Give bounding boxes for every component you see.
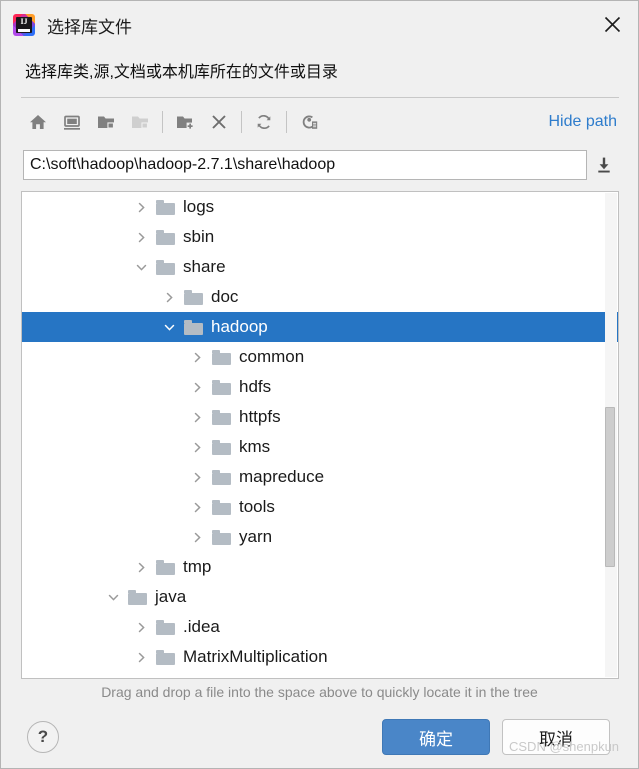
tree-row-label: tmp	[183, 557, 212, 576]
folder-icon	[212, 469, 231, 485]
chevron-right-icon[interactable]	[186, 402, 208, 432]
tree-row[interactable]: tmp	[22, 552, 618, 582]
tree-row-label: MatrixMultiplication	[183, 647, 328, 666]
tree-row[interactable]: mapreduce	[22, 462, 618, 492]
tree-row[interactable]: hdfs	[22, 372, 618, 402]
folder-icon	[184, 289, 203, 305]
folder-icon	[128, 589, 147, 605]
dialog-description: 选择库类,源,文档或本机库所在的文件或目录	[25, 64, 338, 81]
tree-row[interactable]: common	[22, 342, 618, 372]
chevron-right-icon[interactable]	[130, 612, 152, 642]
ok-button[interactable]: 确定	[382, 719, 490, 755]
tree-row[interactable]: MatrixMultiplication	[22, 642, 618, 672]
drag-drop-hint: Drag and drop a file into the space abov…	[101, 684, 538, 700]
desktop-icon[interactable]	[55, 105, 89, 139]
folder-icon	[212, 349, 231, 365]
chevron-right-icon[interactable]	[186, 522, 208, 552]
tree-scrollbar-track[interactable]	[605, 193, 617, 677]
tree-row-label: hdfs	[239, 377, 272, 396]
tree-row[interactable]: httpfs	[22, 402, 618, 432]
title-bar: IJ 选择库文件	[1, 1, 638, 49]
home-icon[interactable]	[21, 105, 55, 139]
delete-icon[interactable]	[202, 105, 236, 139]
tree-row-label: .idea	[183, 617, 220, 636]
refresh-icon[interactable]	[247, 105, 281, 139]
tree-row[interactable]: sbin	[22, 222, 618, 252]
download-icon[interactable]	[589, 150, 619, 180]
tree-row-label: mapreduce	[239, 467, 325, 486]
folder-icon	[212, 439, 231, 455]
tree-row[interactable]: hadoop	[22, 312, 618, 342]
folder-icon	[212, 379, 231, 395]
hide-path-link[interactable]: Hide path	[549, 113, 620, 131]
tree-row[interactable]: yarn	[22, 522, 618, 552]
chevron-down-icon[interactable]	[130, 252, 152, 282]
tree-row-label: yarn	[239, 527, 273, 546]
chevron-right-icon[interactable]	[130, 642, 152, 672]
tree-row-label: logs	[183, 197, 215, 216]
folder-icon	[184, 319, 203, 335]
folder-icon	[156, 559, 175, 575]
chevron-right-icon[interactable]	[130, 552, 152, 582]
chevron-down-icon[interactable]	[158, 312, 180, 342]
tree-row-label: httpfs	[239, 407, 281, 426]
header-divider	[21, 97, 619, 98]
tree-row[interactable]: logs	[22, 192, 618, 222]
folder-icon	[156, 229, 175, 245]
folder-icon	[156, 199, 175, 215]
directory-tree: logs sbin share doc hadoop common hdfs httpfs km…	[22, 192, 618, 672]
tree-row-label: share	[183, 257, 226, 276]
intellij-idea-icon: IJ	[13, 14, 35, 36]
tree-row-label: kms	[239, 437, 271, 456]
chevron-right-icon[interactable]	[186, 492, 208, 522]
folder-icon	[156, 649, 175, 665]
toolbar-divider	[286, 111, 287, 133]
chevron-right-icon[interactable]	[130, 192, 152, 222]
chevron-down-icon[interactable]	[102, 582, 124, 612]
tree-row[interactable]: doc	[22, 282, 618, 312]
tree-row-label: sbin	[183, 227, 215, 246]
new-folder-icon[interactable]	[168, 105, 202, 139]
tree-row-label: java	[155, 587, 187, 606]
toolbar-divider	[162, 111, 163, 133]
tree-row-label: doc	[211, 287, 239, 306]
chevron-right-icon[interactable]	[186, 372, 208, 402]
tree-row-label: tools	[239, 497, 275, 516]
help-button[interactable]: ?	[27, 721, 59, 753]
folder-icon	[156, 619, 175, 635]
folder-icon	[156, 259, 175, 275]
tree-row-label: hadoop	[211, 317, 268, 336]
project-folder-icon[interactable]	[89, 105, 123, 139]
chevron-right-icon[interactable]	[186, 462, 208, 492]
choose-library-files-dialog: IJ 选择库文件 选择库类,源,文档或本机库所在的文件或目录 Hide path…	[0, 0, 639, 769]
cancel-button[interactable]: 取消	[502, 719, 610, 755]
window-title: 选择库文件	[47, 17, 132, 37]
chevron-right-icon[interactable]	[186, 342, 208, 372]
close-icon[interactable]	[586, 1, 638, 48]
tree-row[interactable]: kms	[22, 432, 618, 462]
tree-row[interactable]: share	[22, 252, 618, 282]
show-hidden-files-icon[interactable]	[292, 105, 326, 139]
path-row	[23, 149, 619, 181]
directory-tree-panel[interactable]: logs sbin share doc hadoop common hdfs httpfs km…	[21, 191, 619, 679]
file-chooser-toolbar: Hide path	[21, 101, 619, 143]
tree-row-label: common	[239, 347, 305, 366]
tree-row[interactable]: java	[22, 582, 618, 612]
module-folder-icon	[123, 105, 157, 139]
folder-icon	[212, 529, 231, 545]
tree-row[interactable]: .idea	[22, 612, 618, 642]
chevron-right-icon[interactable]	[186, 432, 208, 462]
chevron-right-icon[interactable]	[130, 222, 152, 252]
tree-scrollbar-thumb[interactable]	[605, 407, 615, 567]
chevron-right-icon[interactable]	[158, 282, 180, 312]
path-input[interactable]	[23, 150, 587, 180]
tree-row[interactable]: tools	[22, 492, 618, 522]
folder-icon	[212, 409, 231, 425]
toolbar-divider	[241, 111, 242, 133]
folder-icon	[212, 499, 231, 515]
